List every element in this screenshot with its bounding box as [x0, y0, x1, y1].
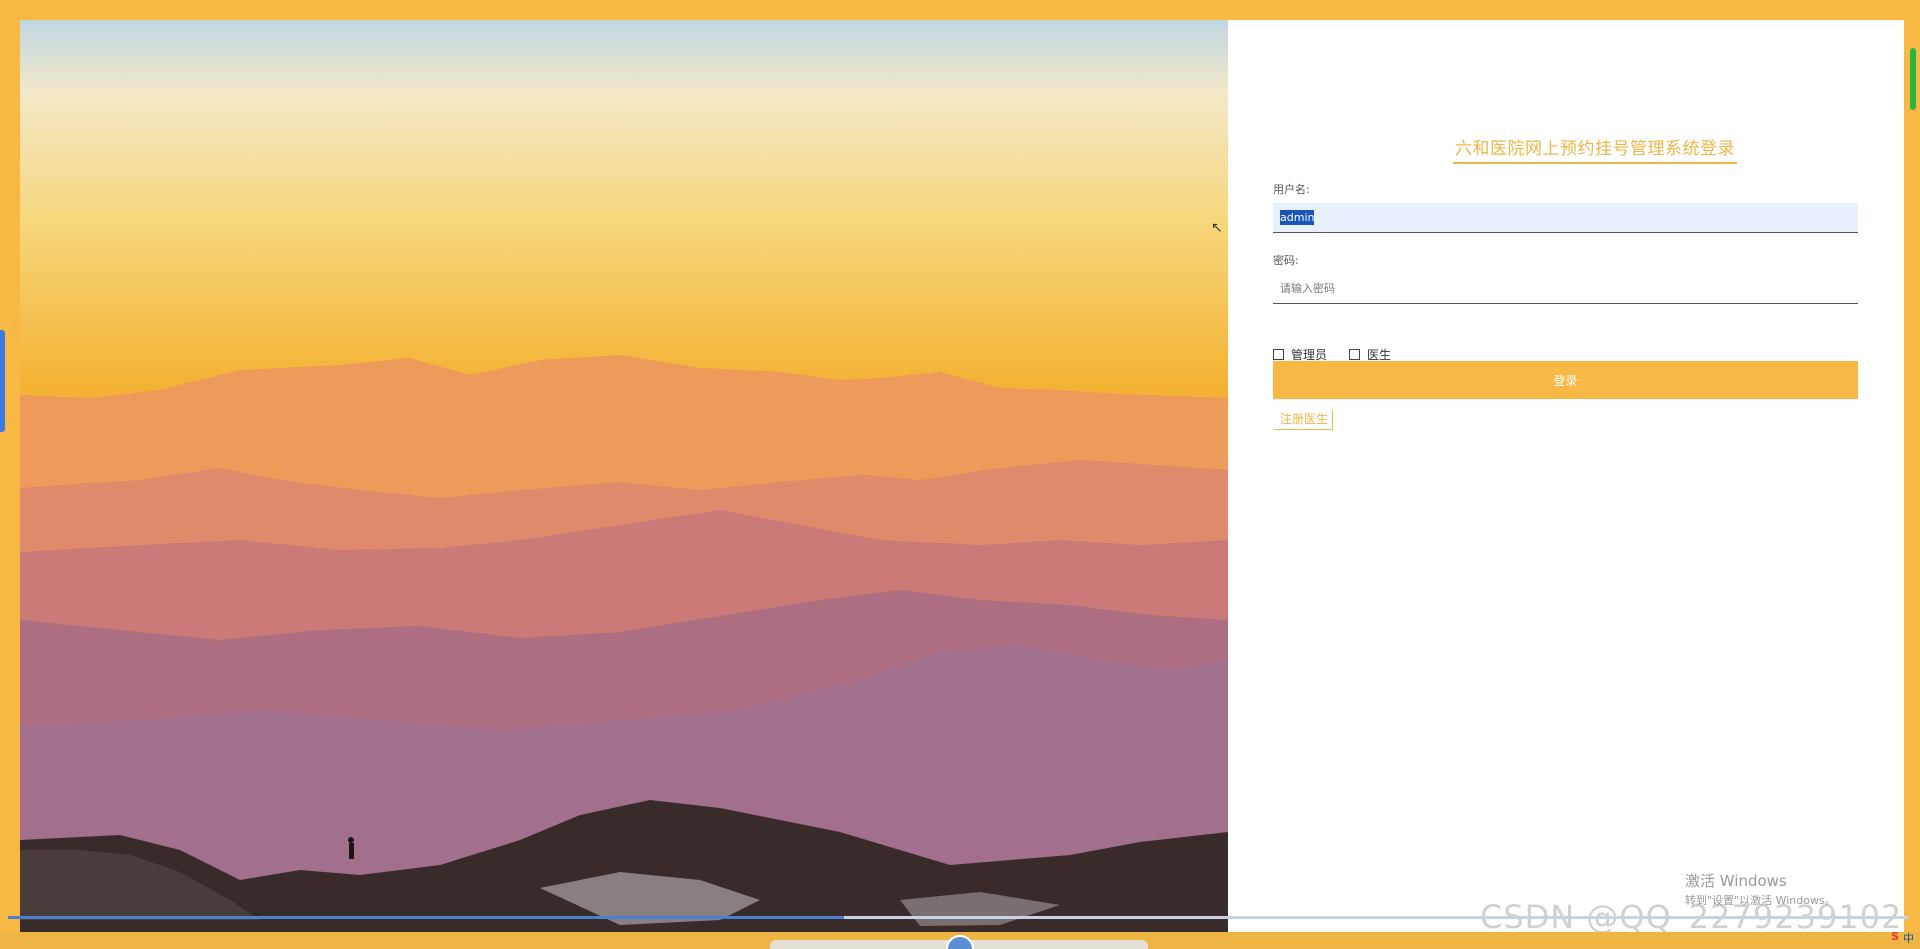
username-input[interactable]: admin — [1273, 203, 1858, 233]
system-tray: S 中 — [1891, 930, 1914, 946]
windows-activation-title: 激活 Windows — [1685, 872, 1787, 890]
username-value: admin — [1280, 210, 1315, 225]
hero-landscape-image — [20, 20, 1228, 932]
login-button[interactable]: 登录 — [1273, 361, 1858, 399]
scrollbar-thumb[interactable] — [1910, 48, 1916, 110]
video-progress-bar[interactable] — [8, 916, 1908, 919]
login-panel: 六和医院网上预约挂号管理系统登录 用户名: admin 密码: 管理员 医生 登… — [1228, 20, 1904, 932]
cursor-arrow-icon: ↖ — [1211, 220, 1223, 236]
input-lang-indicator[interactable]: 中 — [1903, 930, 1914, 946]
checkbox-icon[interactable] — [1273, 349, 1284, 360]
username-label: 用户名: — [1273, 183, 1310, 196]
password-input[interactable] — [1273, 274, 1858, 304]
checkbox-icon[interactable] — [1349, 349, 1361, 360]
side-drawer-handle[interactable] — [0, 330, 5, 432]
app-frame: 六和医院网上预约挂号管理系统登录 用户名: admin 密码: 管理员 医生 登… — [20, 20, 1904, 932]
login-title: 六和医院网上预约挂号管理系统登录 — [1453, 134, 1737, 164]
sogou-s-icon[interactable]: S — [1891, 930, 1899, 946]
register-doctor-link[interactable]: 注册医生 — [1274, 410, 1334, 430]
password-label: 密码: — [1273, 254, 1299, 267]
video-progress-fill — [8, 916, 844, 919]
